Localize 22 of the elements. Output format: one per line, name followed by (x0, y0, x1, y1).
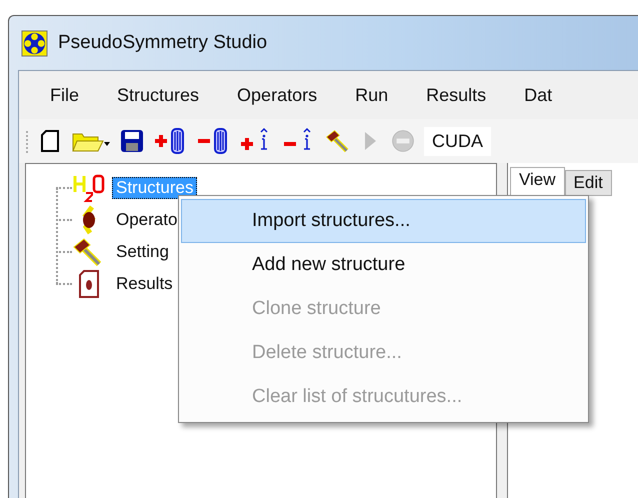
plus-cylinder-icon[interactable] (153, 126, 187, 156)
menu-item[interactable]: Dat (505, 84, 572, 106)
toolbar-grip-icon[interactable] (25, 128, 29, 154)
tab[interactable]: View (510, 167, 565, 196)
new-document-icon[interactable] (38, 129, 62, 153)
menu-item[interactable]: Structures (98, 84, 218, 106)
menu-item[interactable]: Run (336, 84, 408, 106)
window-title: PseudoSymmetry Studio (58, 32, 268, 54)
menu-item[interactable]: Results (407, 84, 506, 106)
hammer-icon[interactable] (325, 129, 349, 153)
context-menu-item[interactable]: Import structures... (181, 199, 586, 243)
tree-item[interactable]: Setting (112, 241, 173, 263)
minus-cylinder-icon[interactable] (196, 126, 230, 156)
app-logo-icon (21, 30, 48, 56)
menu-item[interactable]: Operators (218, 84, 336, 106)
tree-item[interactable]: Results (112, 273, 177, 295)
tree-item[interactable]: Operato (112, 209, 182, 231)
context-menu-item[interactable]: Add new structure (181, 243, 586, 287)
h2o-icon (72, 173, 106, 203)
tab[interactable]: Edit (564, 170, 612, 196)
device-label: CUDA (424, 126, 492, 156)
menu-item[interactable]: File (31, 84, 98, 106)
